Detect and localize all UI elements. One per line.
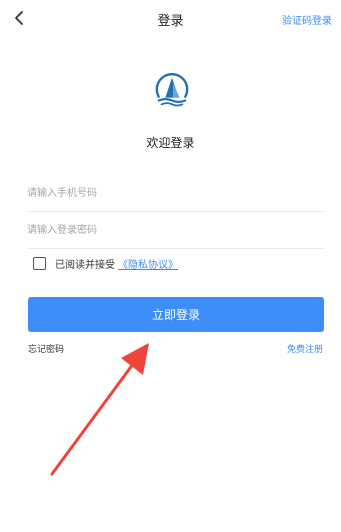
phone-field <box>27 174 325 212</box>
sms-code-login-link[interactable]: 验证码登录 <box>282 12 332 27</box>
login-button[interactable]: 立即登录 <box>28 297 324 332</box>
password-field <box>27 211 325 249</box>
welcome-heading: 欢迎登录 <box>146 136 195 150</box>
agreement-checkbox[interactable] <box>33 256 46 270</box>
password-input[interactable] <box>27 220 317 240</box>
top-bar: 登录 验证码登录 <box>0 0 341 38</box>
sailboat-logo <box>155 72 189 107</box>
phone-input[interactable] <box>27 183 317 203</box>
agreement-row: 已阅读并接受 《隐私协议》 <box>33 255 178 271</box>
forgot-password-link[interactable]: 忘记密码 <box>28 342 64 355</box>
register-link[interactable]: 免费注册 <box>287 342 323 355</box>
agreement-text: 已阅读并接受 <box>55 259 115 271</box>
privacy-policy-link[interactable]: 《隐私协议》 <box>118 256 178 271</box>
